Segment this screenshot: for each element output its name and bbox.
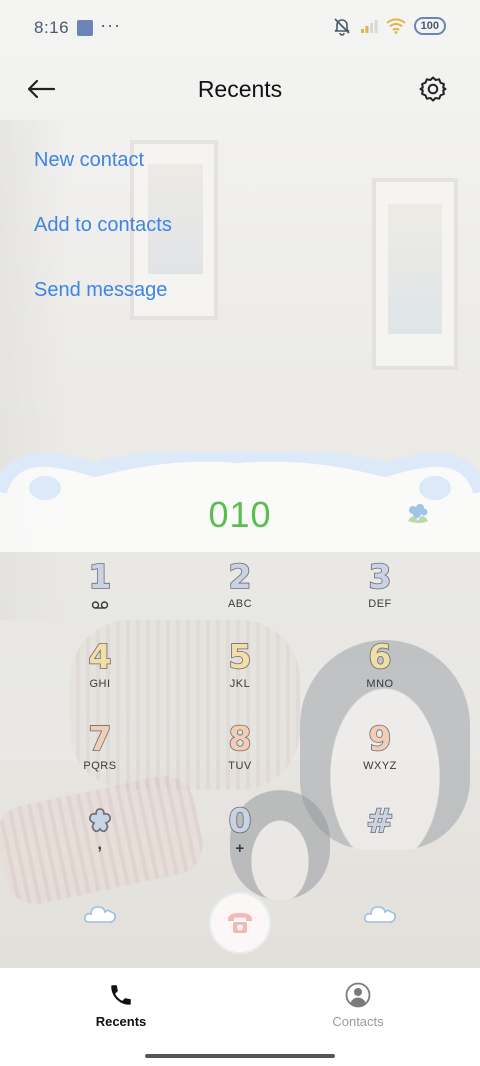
key-0[interactable]: 0 + [170,801,310,882]
key-2[interactable]: 2 ABC [170,557,310,638]
tab-recents-label: Recents [95,1014,147,1029]
mute-bell-icon [334,18,350,36]
phone-handset-icon [228,913,252,933]
key-letters: ABC [227,598,253,610]
settings-button[interactable] [416,72,450,106]
key-digit: 2 [228,557,253,597]
key-1[interactable]: 1 [30,557,170,638]
key-hash[interactable]: # [310,801,450,882]
person-circle-icon [345,982,371,1008]
wifi-icon [385,18,406,34]
key-digit: 4 [88,637,113,677]
add-to-contacts-link[interactable]: Add to contacts [34,207,172,272]
voicemail-icon [91,601,109,609]
dial-actions [0,892,480,962]
tab-contacts-label: Contacts [332,1014,384,1029]
key-digit: 5 [228,637,253,677]
right-cloud-button[interactable] [363,902,397,926]
key-digit: 8 [228,719,253,759]
key-digit: 7 [88,719,113,759]
key-3[interactable]: 3 DEF [310,557,450,638]
status-time: 8:16 [34,18,70,37]
key-6[interactable]: 6 MNO [310,637,450,718]
key-4[interactable]: 4 GHI [30,637,170,718]
more-notifications-icon: ··· [100,14,122,35]
battery-indicator: 100 [413,17,446,35]
key-letters: PQRS [83,760,117,772]
key-digit: 1 [88,557,113,597]
key-letters: , [97,836,103,853]
key-digit: 3 [368,557,393,597]
status-bar: 8:16 ··· 100 [0,0,480,56]
key-letters: + [235,840,245,857]
dial-panel: 010 1 2 ABC 3 DEF 4 GHI 5 JKL 6 MNO 7 PQ… [0,452,480,968]
contact-actions: New contact Add to contacts Send message [34,142,172,337]
key-digit: # [365,801,394,841]
key-9[interactable]: 9 WXYZ [310,719,450,800]
key-8[interactable]: 8 TUV [170,719,310,800]
app-header: Recents [0,60,480,120]
key-letters: WXYZ [363,760,397,772]
new-contact-link[interactable]: New contact [34,142,172,207]
phone-icon [111,985,131,1005]
notification-icon [77,20,94,36]
page-title: Recents [197,76,283,102]
call-button[interactable] [209,892,271,954]
signal-icon [360,20,378,33]
key-5[interactable]: 5 JKL [170,637,310,718]
bottom-navigation: Recents Contacts [0,968,480,1066]
key-digit: 6 [368,637,393,677]
gear-icon [419,76,447,102]
cloud-icon [84,906,116,923]
key-letters: TUV [228,760,252,772]
key-7[interactable]: 7 PQRS [30,719,170,800]
flower-decoration [402,501,432,527]
send-message-link[interactable]: Send message [34,272,172,337]
key-star[interactable]: , [30,802,170,882]
tab-contacts[interactable]: Contacts [278,982,438,1029]
tab-recents[interactable]: Recents [41,982,201,1029]
flower-icon [408,504,428,523]
wall-picture-frame [372,178,458,370]
star-flower-icon [89,808,111,833]
home-indicator[interactable] [145,1054,335,1058]
left-cloud-button[interactable] [83,902,117,926]
key-letters: JKL [229,678,251,690]
key-digit: 9 [368,719,393,759]
key-letters: MNO [366,678,394,690]
key-digit: 0 [228,801,253,841]
key-letters: GHI [89,678,111,690]
cloud-icon [364,906,396,923]
key-letters: DEF [368,598,392,610]
